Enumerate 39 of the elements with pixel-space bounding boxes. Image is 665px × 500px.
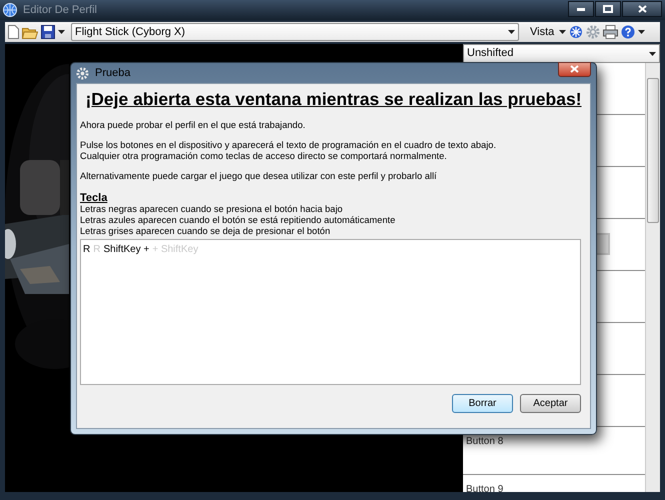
close-icon <box>570 65 579 73</box>
scrollbar[interactable] <box>645 63 660 492</box>
key-event-text: ShiftKey + <box>103 243 150 257</box>
save-icon[interactable] <box>41 25 55 39</box>
dialog-button[interactable]: Aceptar <box>520 394 581 413</box>
legend-title: Tecla <box>80 192 108 204</box>
caret-icon <box>649 52 656 56</box>
instruction-text: Alternativamente puede cargar el juego que desea utilizar con este perfil y probarlo allí <box>80 171 438 182</box>
mode-dropdown[interactable]: Unshifted <box>463 44 660 63</box>
minimize-button[interactable] <box>568 1 594 17</box>
caret-icon <box>638 30 646 34</box>
view-menu[interactable]: Vista <box>530 24 566 40</box>
row-label: Button 8 <box>466 436 504 447</box>
dialog-heading: ¡Deje abierta esta ventana mientras se realizan las pruebas! <box>85 88 582 111</box>
caret-icon <box>559 30 566 34</box>
caret-icon <box>508 30 515 34</box>
key-event-text: R <box>83 243 90 257</box>
gear-icon <box>76 66 89 80</box>
close-button[interactable] <box>622 1 662 17</box>
legend-text: Letras negras aparecen cuando se presiona el botón hacia bajo <box>80 204 344 215</box>
globe-icon <box>3 3 17 17</box>
window-title: Editor De Perfil <box>23 2 97 18</box>
legend-text: Letras azules aparecen cuando el botón se está repitiendo automáticamente <box>80 215 396 226</box>
profile-dropdown[interactable]: Flight Stick (Cyborg X) <box>71 23 519 41</box>
instruction-text: Pulse los botones en el dispositivo y aparecerá el texto de programación en el cuadro de texto abajo. <box>80 140 498 151</box>
close-button[interactable] <box>558 62 591 76</box>
legend-text: Letras grises aparecen cuando se deja de presionar el botón <box>80 226 332 237</box>
close-icon <box>638 5 646 13</box>
instruction-text: Ahora puede probar el perfil en el que está trabajando. <box>80 120 306 131</box>
new-file-icon[interactable] <box>8 25 19 39</box>
printer-icon[interactable] <box>603 25 618 39</box>
snowflake-icon[interactable] <box>569 25 584 39</box>
dialog-title: Prueba <box>95 66 130 81</box>
dialog-button[interactable]: Borrar <box>452 394 513 413</box>
caret-icon <box>58 30 65 34</box>
instruction-text: Cualquier otra programación como teclas de acceso directo se comportará normalmente. <box>80 151 448 162</box>
maximize-button[interactable] <box>595 1 621 17</box>
row-label: Button 9 <box>466 484 504 492</box>
help-icon[interactable] <box>621 25 636 39</box>
